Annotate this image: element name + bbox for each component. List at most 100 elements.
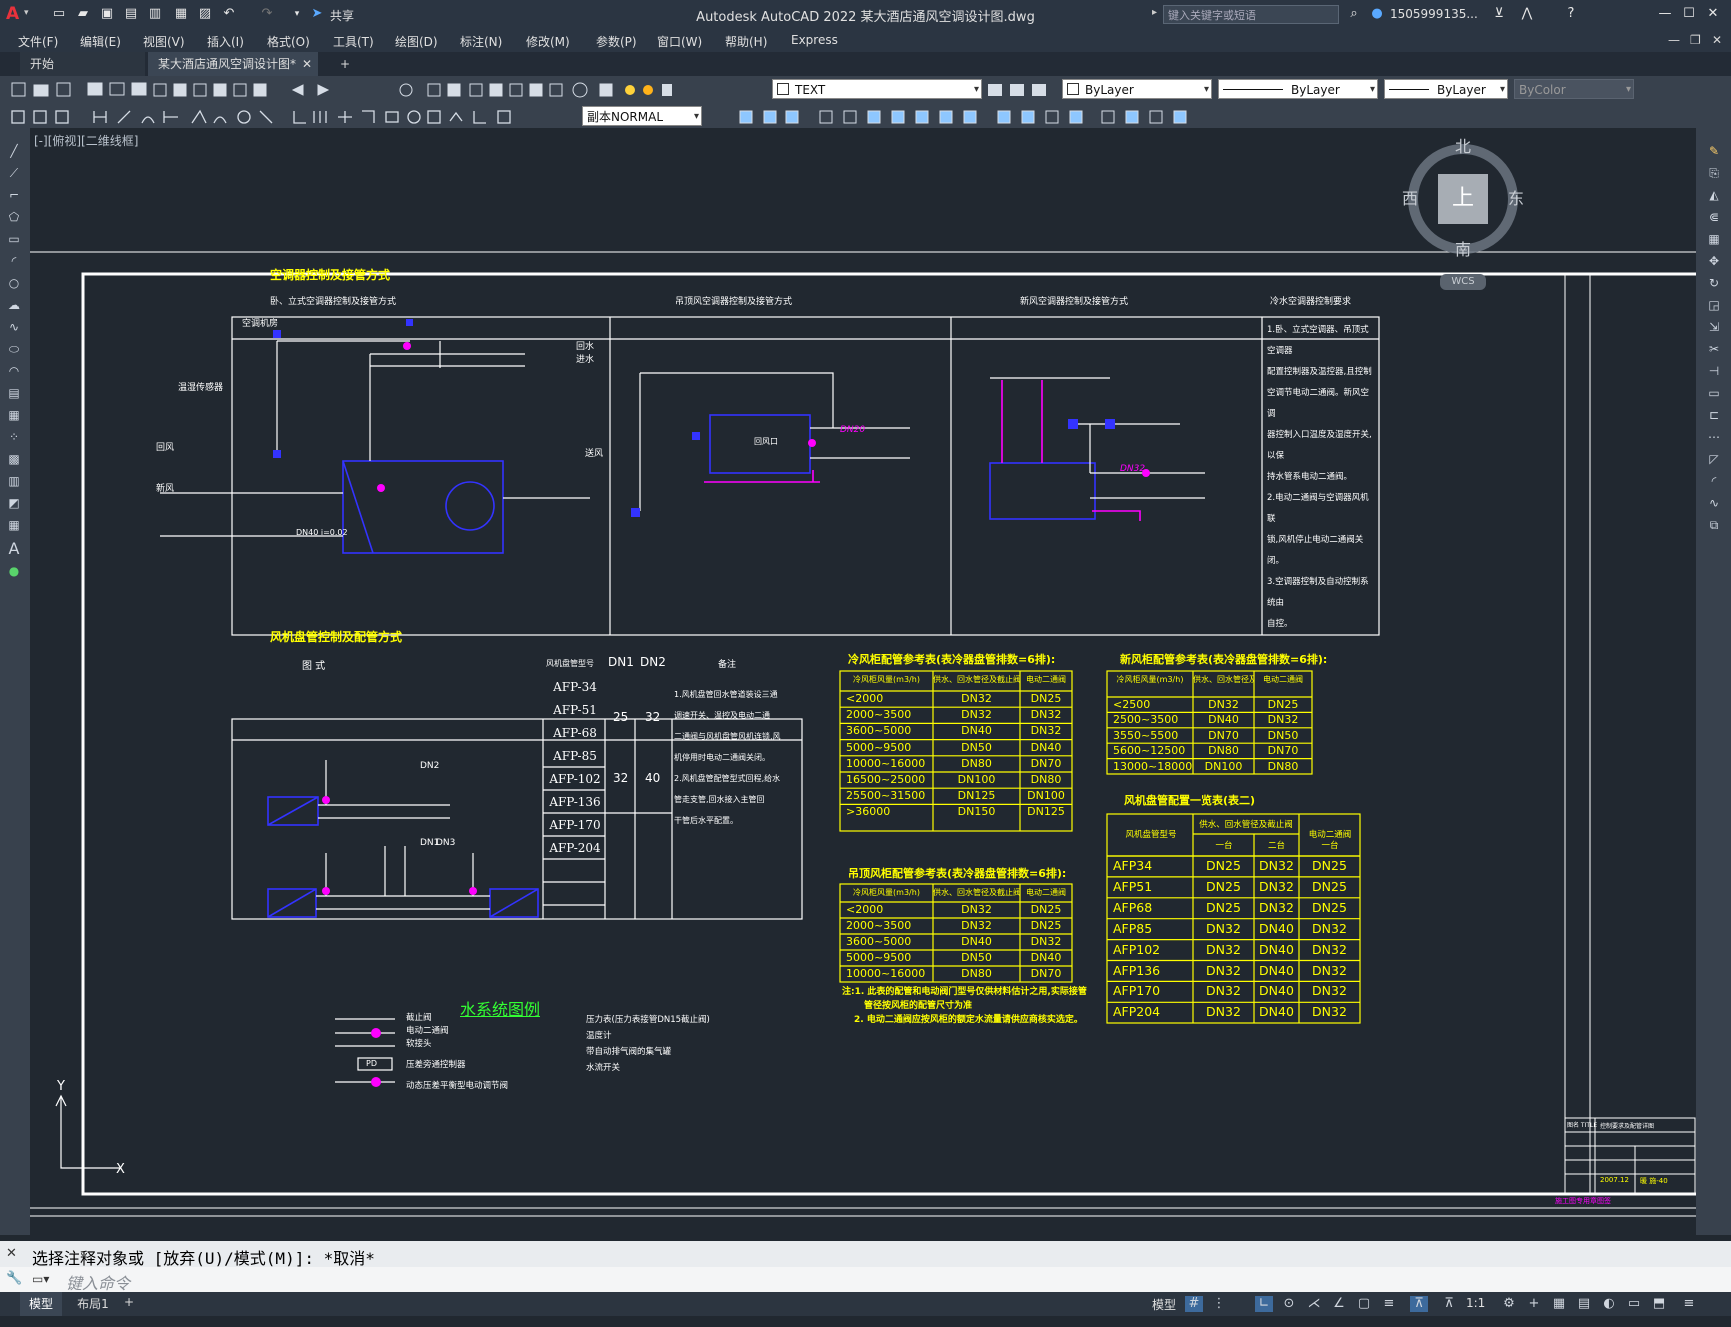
annotation-visibility-icon[interactable]: ⊼	[1440, 1296, 1458, 1312]
rectangle-icon[interactable]: ▭	[6, 232, 22, 246]
cart-icon[interactable]: ⊻	[1490, 5, 1508, 23]
add-layout-icon[interactable]: +	[124, 1295, 134, 1309]
doc-close-icon[interactable]: ✕	[1712, 33, 1722, 47]
ellipse-arc-icon[interactable]: ◠	[6, 364, 22, 378]
viewcube-east[interactable]: 东	[1508, 185, 1524, 209]
lineweight-dropdown[interactable]: ByLayer ▾	[1384, 79, 1508, 99]
scale-dropdown[interactable]: 1:1	[1466, 1296, 1485, 1310]
minimize-icon[interactable]: —	[1656, 5, 1674, 23]
ortho-icon[interactable]: ∟	[1255, 1296, 1273, 1312]
command-input[interactable]: 键入命令	[66, 1270, 130, 1294]
revcloud-icon[interactable]: ☁	[6, 298, 22, 312]
osnap-icon[interactable]: ▢	[1355, 1296, 1373, 1312]
recent-commands-icon[interactable]: ▭▾	[32, 1272, 49, 1286]
polygon-icon[interactable]: ⬠	[6, 210, 22, 224]
modify-toolbar-icons[interactable]	[708, 107, 1208, 127]
layout-tab-layout1[interactable]: 布局1	[68, 1292, 118, 1316]
user-name[interactable]: 1505999135...	[1390, 7, 1478, 21]
tab-drawing[interactable]: 某大酒店通风空调设计图* ✕	[148, 52, 318, 76]
insert-block-icon[interactable]: ▤	[6, 386, 22, 400]
menu-parametric[interactable]: 参数(P)	[596, 33, 637, 50]
mtext-icon[interactable]: A	[6, 541, 22, 557]
user-icon[interactable]: ●	[1368, 5, 1386, 23]
menu-draw[interactable]: 绘图(D)	[395, 33, 438, 50]
viewcube-north[interactable]: 北	[1455, 133, 1471, 157]
layer-dropdown[interactable]: TEXT ▾	[772, 79, 982, 99]
join-icon[interactable]: ⋯	[1706, 430, 1722, 444]
stretch-icon[interactable]: ⇲	[1706, 320, 1722, 334]
snap-icon[interactable]: ⋮	[1210, 1296, 1228, 1312]
annotation-scale-icon[interactable]: ⊼	[1410, 1296, 1428, 1312]
close-command-icon[interactable]: ✕	[6, 1246, 17, 1261]
search-input[interactable]: 键入关键字或短语	[1163, 5, 1339, 24]
make-block-icon[interactable]: ▦	[6, 408, 22, 422]
tab-close-icon[interactable]: ✕	[302, 52, 312, 76]
clean-screen-icon[interactable]: ⬒	[1650, 1296, 1668, 1312]
mirror-icon[interactable]: ◭	[1706, 188, 1722, 202]
point-icon[interactable]: ⁘	[6, 430, 22, 444]
viewcube-top-face[interactable]: 上	[1438, 174, 1488, 224]
hatch-icon[interactable]: ▩	[6, 452, 22, 466]
command-line[interactable]: 🔧 ▭▾ 键入命令	[0, 1267, 1731, 1294]
polar-icon[interactable]: ⊙	[1280, 1296, 1298, 1312]
circle-icon[interactable]: ○	[6, 276, 22, 290]
construction-line-icon[interactable]: ⟋	[6, 166, 22, 180]
break-at-point-icon[interactable]: ⊏	[1706, 408, 1722, 422]
menu-express[interactable]: Express	[791, 33, 838, 47]
menu-format[interactable]: 格式(O)	[267, 33, 310, 50]
menu-edit[interactable]: 编辑(E)	[80, 33, 121, 50]
blend-curves-icon[interactable]: ∿	[1706, 496, 1722, 510]
arc-icon[interactable]: ◜	[6, 254, 22, 268]
erase-icon[interactable]: ✎	[1706, 144, 1722, 158]
menu-window[interactable]: 窗口(W)	[657, 33, 702, 50]
quick-properties-icon[interactable]: ▤	[1575, 1296, 1593, 1312]
customization-menu-icon[interactable]: ≡	[1680, 1296, 1698, 1312]
table-icon[interactable]: ▦	[6, 518, 22, 532]
doc-restore-icon[interactable]: ❐	[1690, 33, 1701, 47]
menu-modify[interactable]: 修改(M)	[526, 33, 570, 50]
layout-tab-model[interactable]: 模型	[20, 1292, 62, 1316]
maximize-icon[interactable]: ☐	[1680, 5, 1698, 23]
menu-insert[interactable]: 插入(I)	[207, 33, 244, 50]
copy-icon[interactable]: ⎘	[1706, 166, 1722, 180]
ellipse-icon[interactable]: ⬭	[6, 342, 22, 356]
explode-icon[interactable]: ⧉	[1706, 518, 1722, 532]
units-icon[interactable]: ▦	[1550, 1296, 1568, 1312]
linetype-dropdown[interactable]: ByLayer ▾	[1218, 79, 1378, 99]
line-icon[interactable]: ╱	[6, 144, 22, 158]
menu-view[interactable]: 视图(V)	[143, 33, 185, 50]
chamfer-icon[interactable]: ◸	[1706, 452, 1722, 466]
grid-icon[interactable]: #	[1185, 1296, 1203, 1312]
plotstyle-dropdown[interactable]: ByColor ▾	[1514, 79, 1634, 99]
menu-file[interactable]: 文件(F)	[18, 33, 58, 50]
color-dropdown[interactable]: ByLayer ▾	[1062, 79, 1212, 99]
move-icon[interactable]: ✥	[1706, 254, 1722, 268]
break-icon[interactable]: ▭	[1706, 386, 1722, 400]
menu-tools[interactable]: 工具(T)	[333, 33, 374, 50]
viewcube-south[interactable]: 南	[1455, 236, 1471, 260]
drawing-canvas[interactable]: [-][俯视][二维线框] Y X 空调器控制及接管方式 卧、立式空调器控制及接…	[30, 128, 1696, 1235]
tab-start[interactable]: 开始	[20, 52, 145, 76]
isodraft-icon[interactable]: ⋌	[1305, 1296, 1323, 1312]
polyline-icon[interactable]: ⌐	[6, 188, 22, 202]
gradient-icon[interactable]: ▥	[6, 474, 22, 488]
osnap-tracking-icon[interactable]: ∠	[1330, 1296, 1348, 1312]
standard-toolbar-icons[interactable]	[8, 80, 688, 100]
wcs-menu[interactable]: WCS	[1440, 274, 1486, 290]
workspace-gear-icon[interactable]: ⚙	[1500, 1296, 1518, 1312]
rotate-icon[interactable]: ↻	[1706, 276, 1722, 290]
offset-icon[interactable]: ⋐	[1706, 210, 1722, 224]
spline-icon[interactable]: ∿	[6, 320, 22, 334]
array-icon[interactable]: ▦	[1706, 232, 1722, 246]
new-tab-icon[interactable]: +	[330, 52, 360, 76]
trim-icon[interactable]: ✂	[1706, 342, 1722, 356]
graphics-performance-icon[interactable]: ▭	[1625, 1296, 1643, 1312]
search-icon[interactable]: ⌕	[1345, 5, 1363, 23]
annotation-monitor-icon[interactable]: +	[1525, 1296, 1543, 1312]
help-icon[interactable]: ?	[1562, 5, 1580, 23]
region-icon[interactable]: ◩	[6, 496, 22, 510]
fillet-icon[interactable]: ◜	[1706, 474, 1722, 488]
menu-help[interactable]: 帮助(H)	[725, 33, 767, 50]
autodesk-app-icon[interactable]: ⋀	[1518, 5, 1536, 23]
dimstyle-dropdown[interactable]: 副本NORMAL ▾	[582, 106, 702, 126]
